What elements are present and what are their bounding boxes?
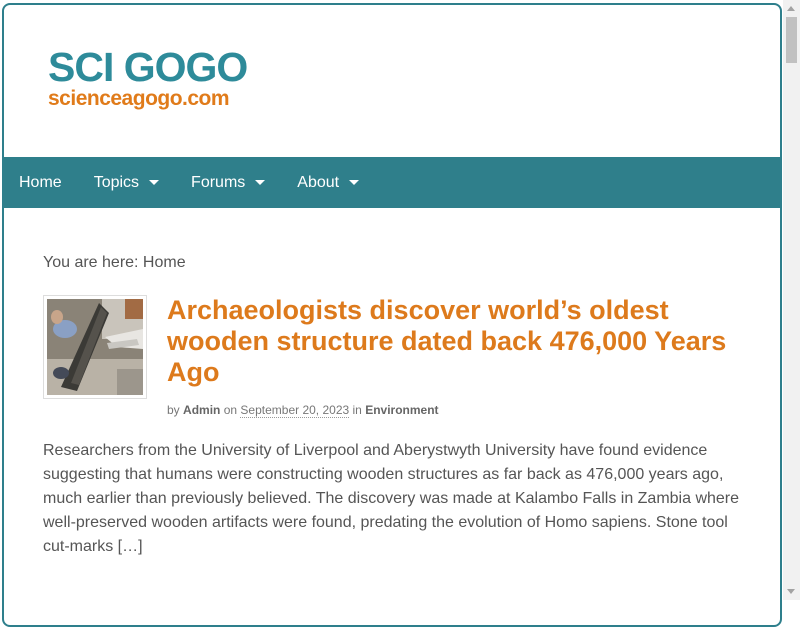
article-author[interactable]: Admin (183, 403, 220, 417)
article-thumbnail[interactable] (43, 295, 147, 399)
thumbnail-image (47, 299, 143, 395)
article-date: September 20, 2023 (240, 403, 350, 418)
nav-item-label: Forums (191, 173, 246, 191)
site-header: SCI GOGO scienceagogo.com (4, 5, 780, 155)
logo-title[interactable]: SCI GOGO (48, 47, 248, 88)
nav-item-topics[interactable]: Topics (78, 157, 175, 208)
scrollbar-thumb[interactable] (786, 17, 797, 63)
main-navigation: Home Topics Forums About (4, 157, 780, 208)
article-category[interactable]: Environment (365, 403, 438, 417)
site-logo[interactable]: SCI GOGO scienceagogo.com (48, 47, 248, 111)
meta-in-label: in (352, 403, 362, 417)
meta-on-label: on (223, 403, 238, 417)
breadcrumb: You are here: Home (43, 254, 186, 271)
vertical-scrollbar[interactable] (783, 0, 800, 600)
nav-item-label: Home (19, 173, 62, 191)
meta-by-label: by (167, 403, 180, 417)
nav-item-label: About (297, 173, 340, 191)
article-excerpt: Researchers from the University of Liver… (43, 442, 740, 555)
scroll-down-icon[interactable] (783, 583, 800, 600)
chevron-down-icon (255, 180, 266, 185)
page-frame: SCI GOGO scienceagogo.com Home Topics Fo… (2, 3, 782, 627)
chevron-down-icon (149, 180, 160, 185)
article-entry: Archaeologists discover world’s oldest w… (43, 295, 743, 559)
article-title[interactable]: Archaeologists discover world’s oldest w… (167, 295, 727, 388)
main-content: You are here: Home Archaeologists discov… (43, 208, 743, 559)
nav-item-label: Topics (93, 173, 140, 191)
nav-item-about[interactable]: About (281, 157, 375, 208)
scroll-up-icon[interactable] (783, 0, 800, 17)
article-meta: by Admin on September 20, 2023 in Enviro… (167, 403, 743, 418)
nav-item-home[interactable]: Home (4, 157, 78, 208)
logo-subtitle[interactable]: scienceagogo.com (48, 87, 247, 111)
nav-item-forums[interactable]: Forums (175, 157, 281, 208)
chevron-down-icon (349, 180, 360, 185)
